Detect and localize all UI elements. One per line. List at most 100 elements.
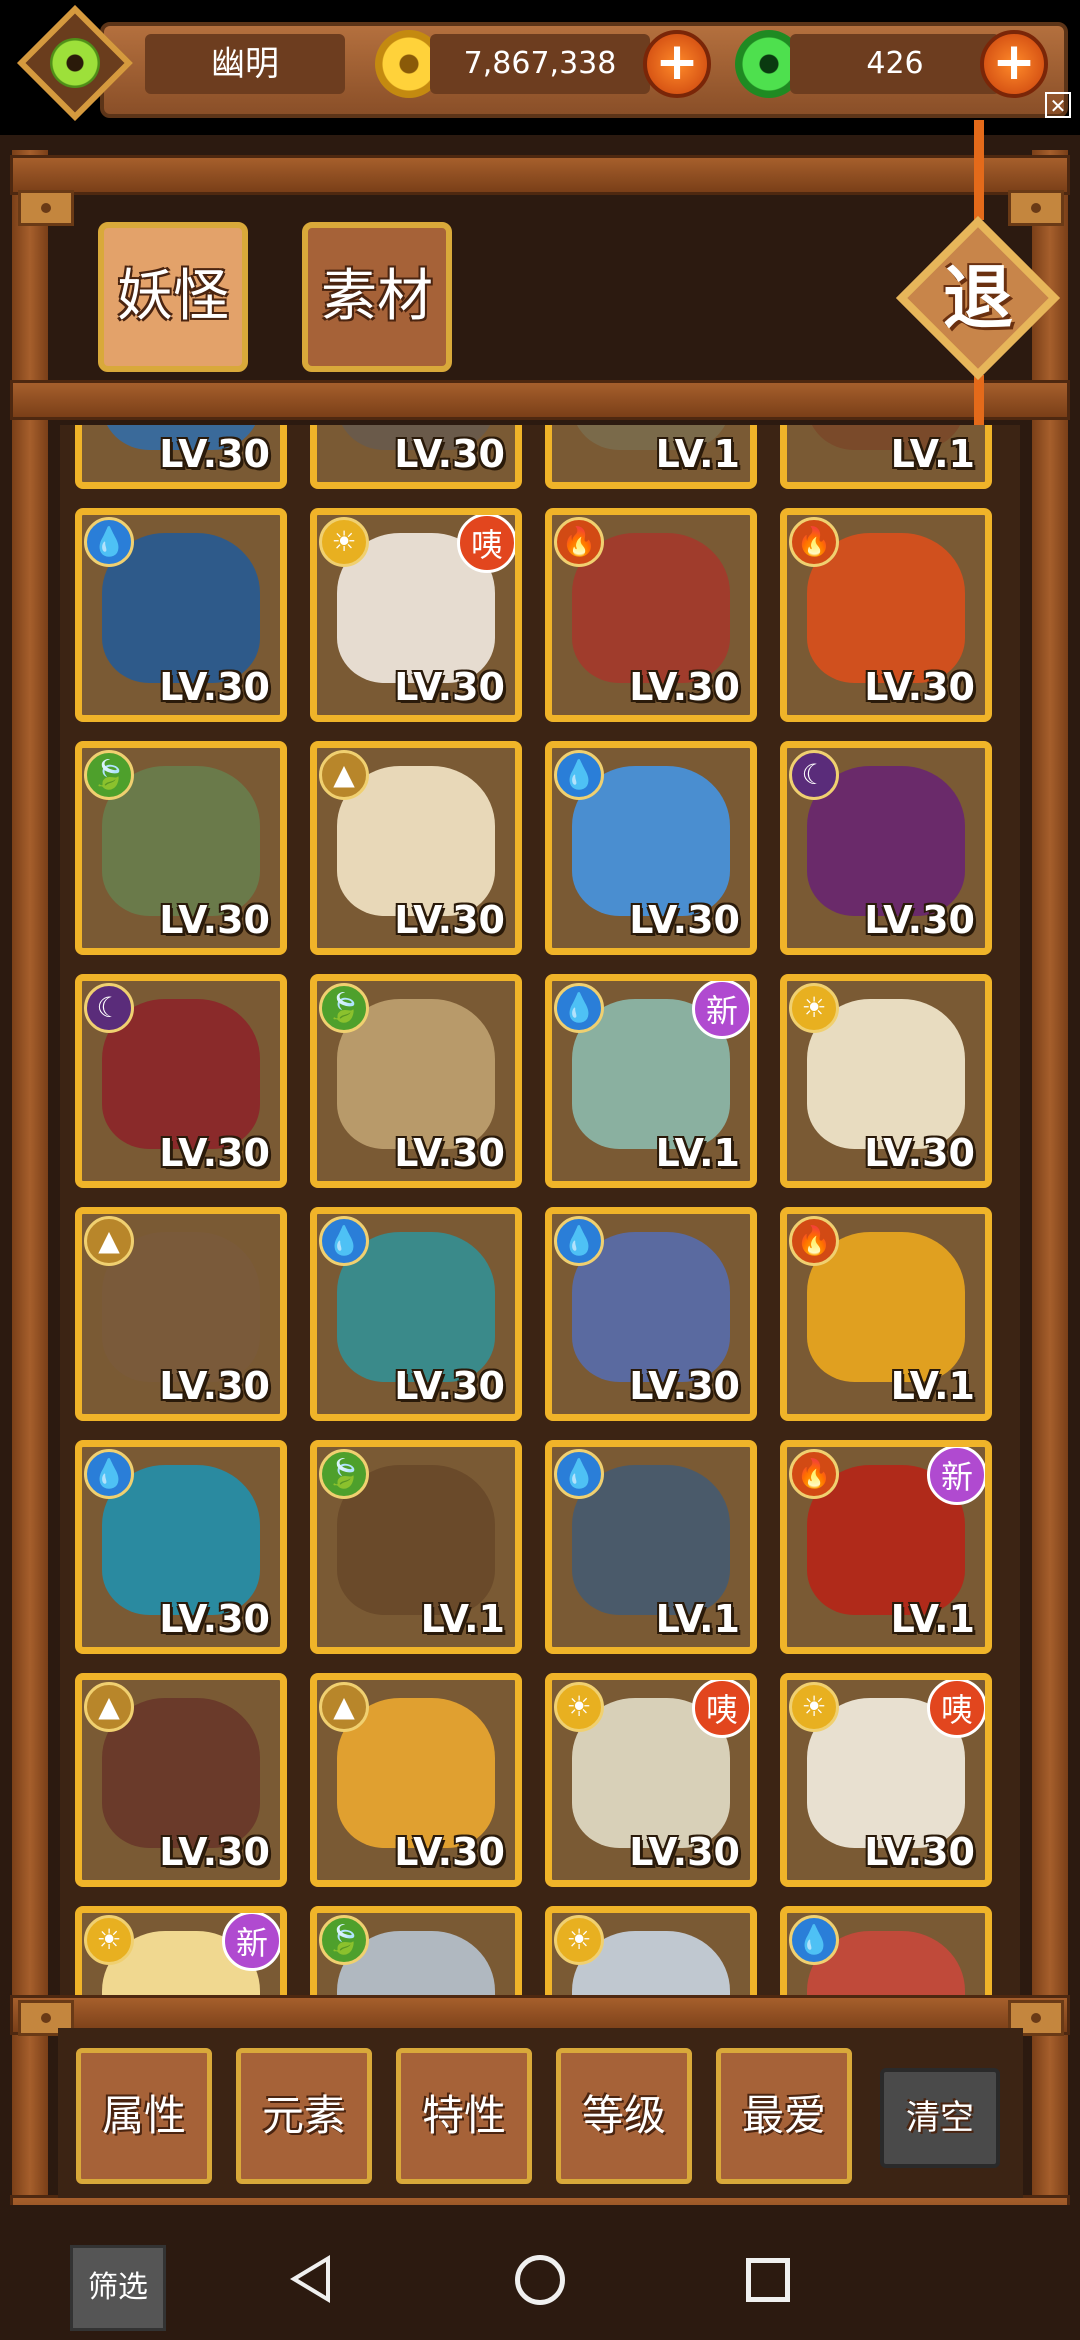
yokai-grid[interactable]: 💧LV.30☀LV.30☀LV.1🔥LV.1💧LV.30☀LV.30咦🔥LV.3… — [60, 425, 1020, 1995]
yokai-card[interactable]: 💧LV.30 — [75, 425, 287, 489]
yokai-card[interactable]: 🍃 LV.30 — [75, 741, 287, 955]
card-level: LV.30 — [394, 1364, 505, 1408]
player-name: 幽明 — [145, 34, 345, 94]
card-level: LV.30 — [159, 1597, 270, 1641]
yokai-card[interactable]: 🔥 LV.1 新 — [780, 1440, 992, 1654]
yokai-card[interactable]: 💧 LV.30 — [310, 1207, 522, 1421]
back-icon[interactable] — [290, 2255, 330, 2303]
tassel-top — [974, 120, 984, 220]
jade-amount: 426 — [790, 34, 1000, 94]
yokai-card[interactable]: 💧 LV.1 — [545, 1440, 757, 1654]
yokai-card[interactable]: ▲ LV.30 — [75, 1673, 287, 1887]
yokai-card[interactable]: ☀LV.1 — [545, 425, 757, 489]
filter-attribute-button[interactable]: 属性 — [76, 2048, 212, 2184]
yokai-card[interactable]: ▲ LV.30 — [310, 1673, 522, 1887]
yokai-card[interactable]: 🔥LV.1 — [780, 425, 992, 489]
card-level: LV.30 — [629, 898, 740, 942]
card-level: LV.1 — [655, 1131, 740, 1175]
yokai-card[interactable]: 🔥 LV.1 — [780, 1207, 992, 1421]
yokai-card[interactable]: 🔥 LV.30 — [780, 508, 992, 722]
yokai-card[interactable]: ☀ LV.30 — [780, 974, 992, 1188]
yokai-card[interactable]: 🍃 LV.30 — [310, 974, 522, 1188]
player-emblem[interactable] — [17, 5, 133, 121]
add-gold-button[interactable]: + — [643, 30, 711, 98]
yokai-card[interactable]: 💧 LV.30 — [75, 508, 287, 722]
tab-yokai[interactable]: 妖怪 — [98, 222, 248, 372]
yokai-card[interactable]: ☀LV.30 — [310, 425, 522, 489]
yokai-card[interactable]: ☾ LV.30 — [780, 741, 992, 955]
card-level: LV.30 — [864, 665, 975, 709]
water-element-icon: 💧 — [84, 517, 134, 567]
bolt — [18, 190, 74, 226]
yokai-card[interactable]: ☀ 新 — [75, 1906, 287, 1995]
yokai-card[interactable]: ☀ LV.30 咦 — [780, 1673, 992, 1887]
yokai-card[interactable]: 🍃 — [310, 1906, 522, 1995]
water-element-icon: 💧 — [554, 750, 604, 800]
filter-bar: 属性 元素 特性 等级 最爱 清空 — [58, 2028, 1023, 2198]
card-level: LV.30 — [864, 898, 975, 942]
fire-element-icon: 🔥 — [789, 1449, 839, 1499]
earth-element-icon: ▲ — [84, 1682, 134, 1732]
yokai-card[interactable]: ▲ LV.30 — [310, 741, 522, 955]
light-element-icon: ☀ — [789, 983, 839, 1033]
new-badge: 新 — [927, 1447, 985, 1505]
card-level: LV.30 — [394, 665, 505, 709]
clear-filter-button[interactable]: 清空 — [880, 2068, 1000, 2168]
water-element-icon: 💧 — [84, 1449, 134, 1499]
card-level: LV.30 — [629, 1364, 740, 1408]
filter-favorite-button[interactable]: 最爱 — [716, 2048, 852, 2184]
card-level: LV.1 — [655, 432, 740, 476]
filter-element-button[interactable]: 元素 — [236, 2048, 372, 2184]
yokai-card[interactable]: 🔥 LV.30 — [545, 508, 757, 722]
water-element-icon: 💧 — [554, 1449, 604, 1499]
sift-button[interactable]: 筛选 — [70, 2245, 166, 2331]
home-icon[interactable] — [515, 2255, 565, 2305]
recent-apps-icon[interactable] — [746, 2258, 790, 2302]
water-element-icon: 💧 — [319, 1216, 369, 1266]
yokai-card[interactable]: ▲ LV.30 — [75, 1207, 287, 1421]
yokai-card[interactable]: ☀ LV.30 咦 — [545, 1673, 757, 1887]
cabinet-post-right — [1032, 150, 1068, 2205]
tab-materials[interactable]: 素材 — [302, 222, 452, 372]
dark-element-icon: ☾ — [84, 983, 134, 1033]
yokai-card[interactable]: 💧 LV.30 — [75, 1440, 287, 1654]
exit-label: 退 — [943, 256, 1013, 339]
gold-amount: 7,867,338 — [430, 34, 650, 94]
dark-element-icon: ☾ — [789, 750, 839, 800]
card-level: LV.1 — [655, 1597, 740, 1641]
new-badge: 新 — [692, 981, 750, 1039]
cabinet-tab-beam — [10, 380, 1070, 420]
jade-disc-icon — [50, 38, 100, 88]
card-level: LV.30 — [629, 665, 740, 709]
add-jade-button[interactable]: + — [980, 30, 1048, 98]
yokai-card[interactable]: ☾ LV.30 — [75, 974, 287, 1188]
card-level: LV.1 — [890, 432, 975, 476]
fire-element-icon: 🔥 — [554, 517, 604, 567]
yokai-card[interactable]: ☀ — [545, 1906, 757, 1995]
yokai-card[interactable]: ☀ LV.30 咦 — [310, 508, 522, 722]
light-element-icon: ☀ — [789, 1682, 839, 1732]
alien-badge: 咦 — [457, 515, 515, 573]
card-level: LV.1 — [890, 1364, 975, 1408]
yokai-card[interactable]: 💧LV.30 — [545, 1207, 757, 1421]
fire-element-icon: 🔥 — [789, 1216, 839, 1266]
card-level: LV.30 — [159, 1131, 270, 1175]
card-level: LV.30 — [864, 1131, 975, 1175]
light-element-icon: ☀ — [554, 1682, 604, 1732]
resource-bar: 幽明 7,867,338 + 426 + ✕ — [0, 0, 1080, 135]
card-level: LV.30 — [629, 1830, 740, 1874]
exit-button[interactable]: 退 — [895, 215, 1061, 381]
yokai-card[interactable]: 🍃 LV.1 — [310, 1440, 522, 1654]
filter-trait-button[interactable]: 特性 — [396, 2048, 532, 2184]
yokai-card[interactable]: 💧 LV.30 — [545, 741, 757, 955]
close-icon[interactable]: ✕ — [1045, 92, 1071, 118]
card-level: LV.30 — [159, 665, 270, 709]
yokai-card[interactable]: 💧 LV.1 新 — [545, 974, 757, 1188]
earth-element-icon: ▲ — [84, 1216, 134, 1266]
alien-badge: 咦 — [692, 1680, 750, 1738]
filter-level-button[interactable]: 等级 — [556, 2048, 692, 2184]
card-level: LV.30 — [159, 1364, 270, 1408]
wood-element-icon: 🍃 — [319, 983, 369, 1033]
yokai-card[interactable]: 💧 — [780, 1906, 992, 1995]
new-badge: 新 — [222, 1913, 280, 1971]
